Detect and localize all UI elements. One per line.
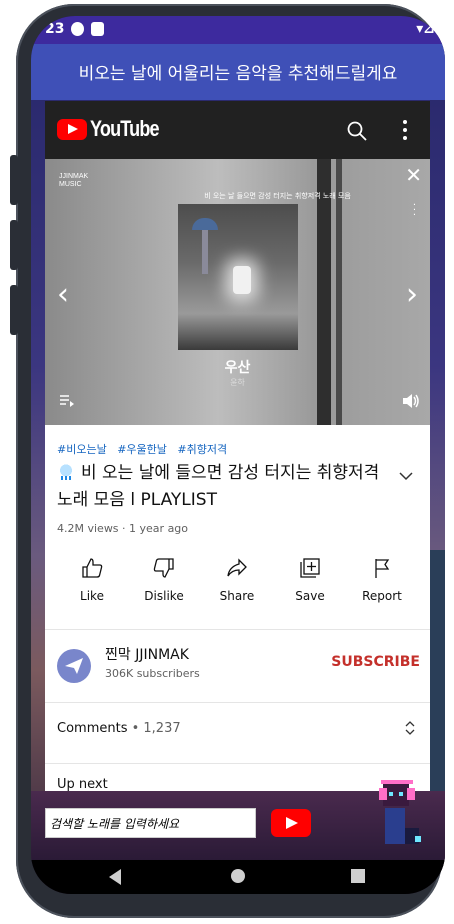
status-bar: 23 ▾⊿ bbox=[31, 16, 445, 44]
nav-back-icon[interactable] bbox=[109, 869, 121, 885]
subscriber-count: 306K subscribers bbox=[105, 667, 200, 680]
youtube-header: YouTube bbox=[45, 101, 430, 159]
paper-plane-icon bbox=[65, 658, 83, 674]
phone-screen: 23 ▾⊿ 비오는 날에 어울리는 음악을 추천해드릴게요 YouTube JJ… bbox=[31, 16, 445, 894]
comments-separator: • bbox=[127, 721, 144, 736]
dislike-button[interactable]: Dislike bbox=[129, 557, 199, 603]
youtube-logo-text[interactable]: YouTube bbox=[90, 116, 160, 142]
video-channel-watermark: JJINMAK MUSIC bbox=[59, 173, 89, 188]
side-button bbox=[10, 155, 18, 205]
hashtag-link[interactable]: #취향저격 bbox=[177, 443, 227, 456]
more-vert-icon[interactable] bbox=[401, 119, 409, 141]
sim-card-icon bbox=[91, 22, 104, 36]
divider bbox=[45, 629, 430, 630]
divider bbox=[45, 763, 430, 764]
hashtag-list: #비오는날 #우울한날 #취향저격 bbox=[57, 441, 234, 457]
rain-cloud-icon bbox=[57, 464, 75, 480]
hashtag-link[interactable]: #우울한날 bbox=[117, 443, 167, 456]
nav-home-icon[interactable] bbox=[231, 869, 245, 883]
youtube-webview[interactable]: YouTube JJINMAK MUSIC 비 오는 날 들으면 감성 터지는 … bbox=[45, 101, 430, 791]
up-next-heading: Up next bbox=[57, 777, 108, 791]
save-button[interactable]: Save bbox=[275, 557, 345, 603]
share-label: Share bbox=[219, 589, 255, 603]
chevron-right-icon[interactable]: › bbox=[406, 277, 418, 312]
notification-icon bbox=[71, 22, 84, 36]
android-nav-bar bbox=[31, 860, 445, 894]
song-artist: 윤하 bbox=[230, 378, 245, 387]
video-player[interactable]: JJINMAK MUSIC 비 오는 날 들으면 감성 터지는 취향저격 노래 … bbox=[45, 159, 430, 425]
youtube-play-button[interactable] bbox=[271, 809, 311, 837]
dislike-label: Dislike bbox=[144, 589, 184, 603]
video-title-text: 비 오는 날에 들으면 감성 터지는 취향저격 노래 모음 l PLAYLIST bbox=[57, 463, 380, 510]
share-icon bbox=[227, 558, 247, 577]
chevron-left-icon[interactable]: ‹ bbox=[57, 277, 69, 312]
video-title[interactable]: 비 오는 날에 들으면 감성 터지는 취향저격 노래 모음 l PLAYLIST bbox=[57, 460, 387, 514]
close-icon[interactable]: ✕ bbox=[405, 163, 422, 187]
save-label: Save bbox=[295, 589, 325, 603]
figure-shape bbox=[202, 230, 208, 274]
volume-icon[interactable] bbox=[402, 393, 420, 409]
pixel-girl-headphones-icon bbox=[379, 780, 421, 844]
subscribe-button[interactable]: SUBSCRIBE bbox=[331, 654, 420, 670]
search-icon[interactable] bbox=[347, 121, 367, 141]
song-search-input[interactable]: 검색할 노래를 입력하세요 bbox=[45, 808, 256, 838]
flag-icon bbox=[375, 559, 390, 578]
more-vert-icon[interactable]: · · · bbox=[413, 201, 416, 221]
comments-count: 1,237 bbox=[143, 721, 181, 736]
signal-icon: ▾⊿ bbox=[416, 21, 435, 37]
action-bar: Like Dislike Share Save Report bbox=[45, 557, 430, 627]
hashtag-link[interactable]: #비오는날 bbox=[57, 443, 107, 456]
album-art bbox=[178, 204, 298, 350]
app-bar: 비오는 날에 어울리는 음악을 추천해드릴게요 bbox=[31, 44, 445, 100]
video-meta: 4.2M views · 1 year ago bbox=[57, 522, 189, 535]
channel-name[interactable]: 찐막 JJINMAK bbox=[105, 644, 189, 664]
chevron-down-icon[interactable] bbox=[399, 471, 413, 481]
avatar[interactable] bbox=[57, 649, 91, 683]
video-caption: 비 오는 날 들으면 감성 터지는 취향저격 노래 모음 bbox=[204, 192, 351, 200]
share-button[interactable]: Share bbox=[202, 557, 272, 603]
expand-toggle-icon[interactable] bbox=[404, 718, 416, 738]
side-button bbox=[10, 285, 18, 335]
song-title: 우산 bbox=[224, 360, 251, 376]
comments-label: Comments bbox=[57, 721, 128, 736]
playlist-icon[interactable] bbox=[59, 393, 75, 409]
app-title: 비오는 날에 어울리는 음악을 추천해드릴게요 bbox=[78, 64, 398, 84]
youtube-logo-icon[interactable] bbox=[57, 119, 87, 140]
comments-section[interactable]: Comments • 1,237 bbox=[57, 721, 181, 736]
thumbs-down-icon bbox=[153, 558, 174, 578]
thumbs-up-icon bbox=[82, 558, 103, 578]
like-label: Like bbox=[80, 589, 104, 603]
report-button[interactable]: Report bbox=[347, 557, 417, 603]
like-button[interactable]: Like bbox=[57, 557, 127, 603]
side-button bbox=[10, 220, 18, 270]
umbrella-shape bbox=[192, 218, 218, 230]
report-label: Report bbox=[362, 589, 402, 603]
save-playlist-icon bbox=[300, 558, 320, 578]
nav-recents-icon[interactable] bbox=[351, 869, 365, 883]
divider bbox=[45, 702, 430, 703]
light-shape bbox=[233, 266, 251, 294]
status-time: 23 bbox=[45, 21, 65, 37]
